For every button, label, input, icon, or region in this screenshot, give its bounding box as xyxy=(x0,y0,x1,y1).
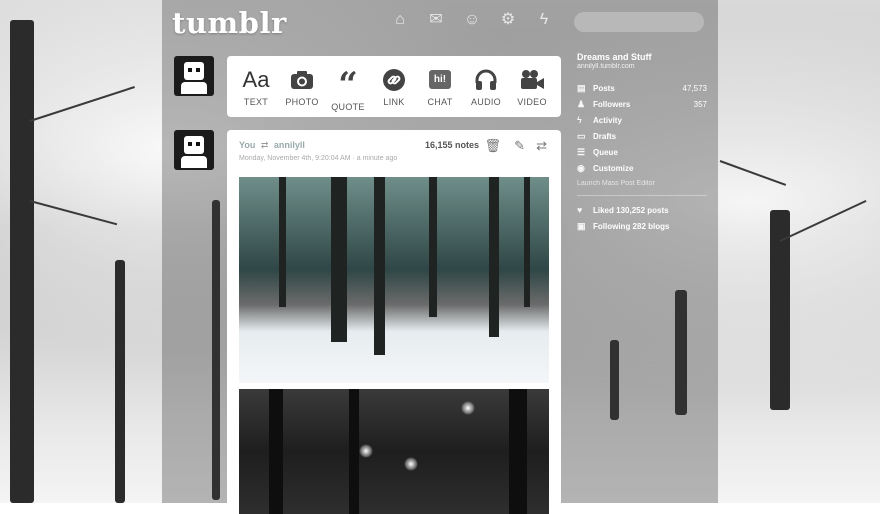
post-type-video[interactable]: VIDEO xyxy=(510,67,554,107)
photo-tree xyxy=(279,177,286,307)
user-icon[interactable]: ☺ xyxy=(462,10,482,30)
photo-tree xyxy=(349,389,359,514)
photo-tree xyxy=(331,177,347,342)
post-type-photo[interactable]: PHOTO xyxy=(280,67,324,107)
sidebar-item-count: 357 xyxy=(693,99,707,109)
post-type-bar: Aa TEXT PHOTO “ QUOTE LINK hi! CHAT AUDI… xyxy=(227,56,561,117)
posts-icon: ▤ xyxy=(577,82,586,93)
camera-icon xyxy=(290,67,314,93)
sidebar-item-label: Customize xyxy=(593,163,634,173)
post-photo-snowy-forest[interactable] xyxy=(239,177,549,383)
blog-sidebar: Dreams and Stuff annilyll.tumblr.com ▤ P… xyxy=(577,52,707,234)
heart-icon: ♥ xyxy=(577,205,583,215)
sidebar-item-following[interactable]: ▣ Following 282 blogs xyxy=(577,218,707,234)
photo-tree xyxy=(429,177,437,317)
sidebar-item-followers[interactable]: ♟ Followers 357 xyxy=(577,96,707,112)
headphones-icon xyxy=(474,67,498,93)
edit-icon[interactable]: ✎ xyxy=(514,138,525,154)
photo-tree xyxy=(524,177,530,307)
trash-icon[interactable]: 🗑 xyxy=(484,138,501,154)
photo-tree xyxy=(509,389,527,514)
avatar[interactable] xyxy=(174,130,214,170)
home-icon[interactable]: ⌂ xyxy=(390,10,410,30)
drafts-icon: ▭ xyxy=(577,130,586,141)
sidebar-item-drafts[interactable]: ▭ Drafts xyxy=(577,128,707,144)
sidebar-item-queue[interactable]: ☰ Queue xyxy=(577,144,707,160)
post-notes[interactable]: 16,155 notes xyxy=(425,140,479,150)
post-type-label: QUOTE xyxy=(331,101,365,112)
mail-icon[interactable]: ✉ xyxy=(426,10,446,30)
post-type-label: VIDEO xyxy=(517,96,547,107)
sidebar-item-label: Drafts xyxy=(593,131,617,141)
sidebar-item-customize[interactable]: ◉ Customize xyxy=(577,160,707,176)
post-type-quote[interactable]: “ QUOTE xyxy=(326,62,370,112)
reblog-icon: ⇄ xyxy=(260,140,269,150)
post-type-audio[interactable]: AUDIO xyxy=(464,67,508,107)
photo-tree xyxy=(489,177,499,337)
dashboard-post: You ⇄ annilyll 16,155 notes 🗑 ✎ ⇄ Monday… xyxy=(227,130,561,514)
following-icon: ▣ xyxy=(577,220,586,231)
post-type-label: LINK xyxy=(383,96,405,107)
post-photo-night-park[interactable] xyxy=(239,389,549,514)
blog-url[interactable]: annilyll.tumblr.com xyxy=(577,63,707,70)
sidebar-item-label: Queue xyxy=(593,147,618,157)
sidebar-item-liked[interactable]: ♥ Liked 130,252 posts xyxy=(577,202,707,218)
street-lamp-light xyxy=(461,401,475,415)
sidebar-item-label: Liked 130,252 posts xyxy=(593,205,669,215)
sidebar-item-label: Following 282 blogs xyxy=(593,221,670,231)
photo-tree xyxy=(269,389,283,514)
background-tree xyxy=(115,260,125,503)
top-navigation: ⌂ ✉ ☺ ⚙ ϟ xyxy=(390,10,554,30)
activity-icon: ϟ xyxy=(577,115,582,125)
photo-tree xyxy=(374,177,385,355)
followers-icon: ♟ xyxy=(577,98,586,109)
queue-icon: ☰ xyxy=(577,146,586,157)
gear-icon[interactable]: ⚙ xyxy=(498,10,518,30)
post-header: You ⇄ annilyll 16,155 notes 🗑 ✎ ⇄ xyxy=(239,138,549,156)
quote-icon: “ xyxy=(338,64,358,105)
search-input[interactable] xyxy=(574,12,704,32)
sidebar-item-label: Activity xyxy=(593,115,622,125)
eye-icon: ◉ xyxy=(577,162,585,173)
post-type-chat[interactable]: hi! CHAT xyxy=(418,67,462,107)
video-camera-icon xyxy=(519,67,545,93)
lightning-icon[interactable]: ϟ xyxy=(534,10,554,30)
reblog-icon[interactable]: ⇄ xyxy=(536,138,547,154)
sidebar-item-label: Followers xyxy=(593,99,631,109)
sidebar-item-activity[interactable]: ϟ Activity xyxy=(577,112,707,128)
reblogged-from[interactable]: annilyll xyxy=(274,140,305,150)
post-type-label: AUDIO xyxy=(470,96,501,107)
sidebar-item-count: 47,573 xyxy=(682,83,707,93)
background-tree xyxy=(10,20,34,503)
post-type-label: PHOTO xyxy=(285,96,319,107)
mass-post-editor-link[interactable]: Launch Mass Post Editor xyxy=(577,180,707,187)
avatar[interactable] xyxy=(174,56,214,96)
link-icon xyxy=(382,67,406,93)
post-type-text[interactable]: Aa TEXT xyxy=(234,67,278,107)
chat-icon: hi! xyxy=(428,67,452,93)
tumblr-logo[interactable]: tumblr xyxy=(172,6,287,40)
post-date: Monday, November 4th, 9:20:04 AM · a min… xyxy=(239,155,398,162)
street-lamp-light xyxy=(359,444,373,458)
post-type-link[interactable]: LINK xyxy=(372,67,416,107)
post-type-label: CHAT xyxy=(427,96,453,107)
text-icon: Aa xyxy=(242,66,270,92)
post-author[interactable]: You xyxy=(239,140,255,150)
post-type-label: TEXT xyxy=(243,96,269,107)
street-lamp-light xyxy=(404,457,418,471)
sidebar-item-label: Posts xyxy=(593,83,615,93)
blog-title[interactable]: Dreams and Stuff xyxy=(577,52,707,62)
sidebar-item-posts[interactable]: ▤ Posts 47,573 xyxy=(577,80,707,96)
sidebar-divider xyxy=(577,195,707,196)
